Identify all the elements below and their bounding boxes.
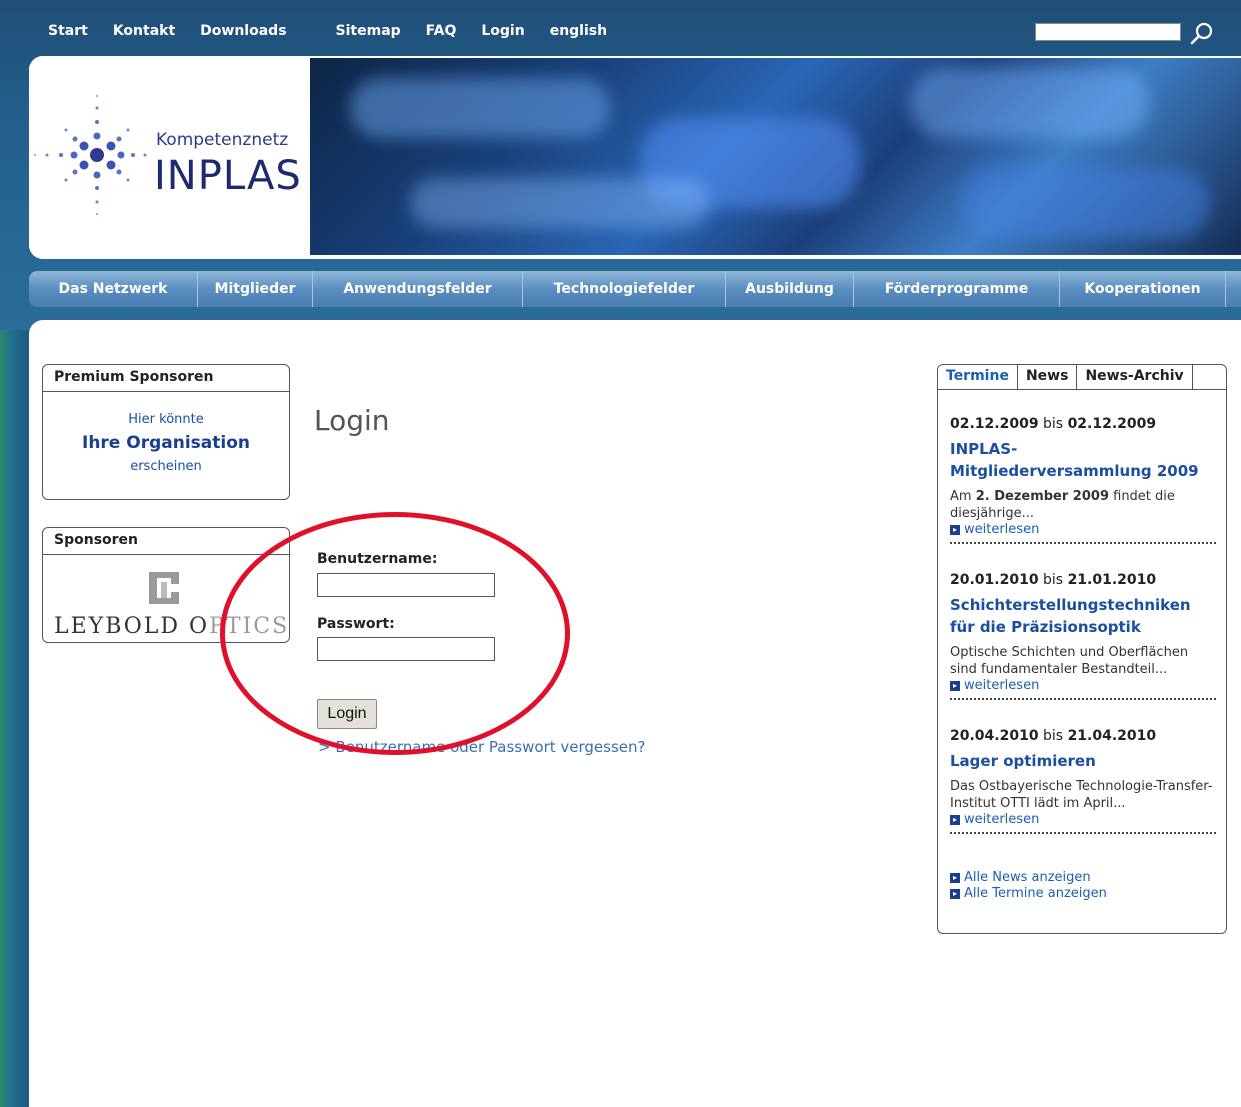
event-title[interactable]: Schichterstellungstechniken für die Präz… <box>950 594 1216 638</box>
all-events-link[interactable]: ▸ Alle Termine anzeigen <box>950 886 1107 902</box>
highlight-oval <box>220 512 570 755</box>
search-button[interactable] <box>1187 20 1215 46</box>
tab-termine[interactable]: Termine <box>938 365 1018 389</box>
divider <box>950 542 1216 544</box>
event-text: Das Ostbayerische Technologie-Transfer-I… <box>950 779 1213 811</box>
arrow-right-icon: ▸ <box>950 872 960 883</box>
leybold-mark-icon <box>149 572 179 604</box>
list-item: 02.12.2009 bis 02.12.2009 INPLAS-Mitglie… <box>950 416 1216 544</box>
list-item: 20.01.2010 bis 21.01.2010 Schichterstell… <box>950 572 1216 700</box>
all-news-link[interactable]: ▸ Alle News anzeigen <box>950 870 1107 886</box>
read-more-link[interactable]: ▸ weiterlesen <box>950 522 1216 538</box>
list-item: 20.04.2010 bis 21.04.2010 Lager optimier… <box>950 728 1216 834</box>
inplas-logo-icon <box>34 95 147 215</box>
read-more-link[interactable]: ▸ weiterlesen <box>950 678 1216 694</box>
nav-sitemap[interactable]: Sitemap <box>336 23 401 39</box>
mainnav-technologiefelder[interactable]: Technologiefelder <box>523 271 726 307</box>
nav-faq[interactable]: FAQ <box>426 23 457 39</box>
premium-text-2[interactable]: Ihre Organisation <box>43 433 289 453</box>
premium-text-1[interactable]: Hier könnte <box>43 412 289 427</box>
nav-english[interactable]: english <box>550 23 607 39</box>
search-input[interactable] <box>1035 23 1181 41</box>
mainnav-foerderprogramme[interactable]: Förderprogramme <box>854 271 1060 307</box>
event-text: Am 2. Dezember 2009 findet die diesjähri… <box>950 489 1175 521</box>
nav-kontakt[interactable]: Kontakt <box>113 23 175 39</box>
main-navigation: Das Netzwerk Mitglieder Anwendungsfelder… <box>29 271 1241 307</box>
read-more-link[interactable]: ▸ weiterlesen <box>950 812 1216 828</box>
events-panel: Termine News News-Archiv 02.12.2009 bis … <box>937 364 1227 934</box>
mainnav-mitglieder[interactable]: Mitglieder <box>198 271 313 307</box>
premium-sponsors-title: Premium Sponsoren <box>43 365 289 392</box>
divider <box>950 698 1216 700</box>
divider <box>950 832 1216 834</box>
header-banner-image <box>310 58 1241 255</box>
page-title: Login <box>314 404 390 437</box>
site-logo[interactable]: Kompetenznetz INPLAS <box>29 56 310 259</box>
event-title[interactable]: INPLAS-Mitgliederversammlung 2009 <box>950 438 1216 482</box>
mainnav-kooperationen[interactable]: Kooperationen <box>1060 271 1226 307</box>
premium-sponsors-box: Premium Sponsoren Hier könnte Ihre Organ… <box>42 364 290 500</box>
top-navigation: Start Kontakt Downloads Sitemap FAQ Logi… <box>48 21 632 41</box>
premium-text-3[interactable]: erscheinen <box>43 459 289 474</box>
logo-subtitle: Kompetenznetz <box>156 130 289 150</box>
sponsors-title: Sponsoren <box>43 528 289 555</box>
arrow-right-icon: ▸ <box>950 680 960 691</box>
event-date: 20.04.2010 bis 21.04.2010 <box>950 728 1157 744</box>
nav-downloads[interactable]: Downloads <box>200 23 286 39</box>
nav-start[interactable]: Start <box>48 23 88 39</box>
tab-news[interactable]: News <box>1018 365 1078 389</box>
arrow-right-icon: ▸ <box>950 814 960 825</box>
site-header: Kompetenznetz INPLAS <box>29 56 1241 259</box>
logo-title: INPLAS <box>154 153 302 199</box>
event-title[interactable]: Lager optimieren <box>950 750 1216 772</box>
nav-login[interactable]: Login <box>481 23 524 39</box>
tab-news-archiv[interactable]: News-Archiv <box>1077 365 1193 389</box>
search-icon <box>1190 22 1213 45</box>
event-date: 20.01.2010 bis 21.01.2010 <box>950 572 1157 588</box>
mainnav-das-netzwerk[interactable]: Das Netzwerk <box>29 271 198 307</box>
all-links: ▸ Alle News anzeigen ▸ Alle Termine anzeig… <box>950 870 1107 902</box>
arrow-right-icon: ▸ <box>950 888 960 899</box>
mainnav-ausbildung[interactable]: Ausbildung <box>726 271 854 307</box>
event-text: Optische Schichten und Oberflächen sind … <box>950 645 1189 677</box>
event-date: 02.12.2009 bis 02.12.2009 <box>950 416 1157 432</box>
arrow-right-icon: ▸ <box>950 524 960 535</box>
events-tabs: Termine News News-Archiv <box>938 365 1226 390</box>
mainnav-anwendungsfelder[interactable]: Anwendungsfelder <box>313 271 523 307</box>
